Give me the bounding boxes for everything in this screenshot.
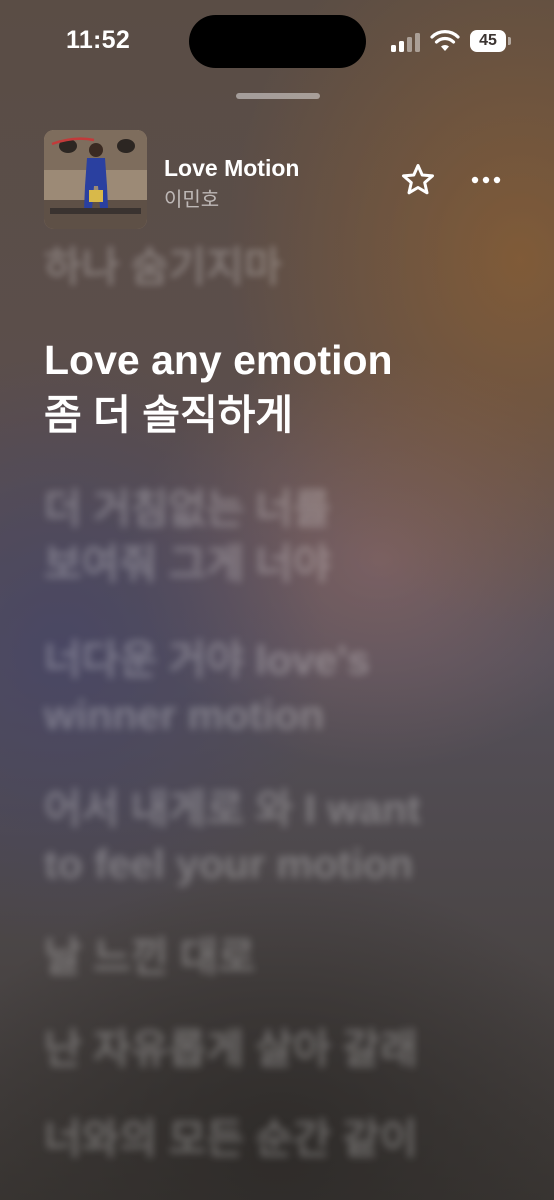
lyric-line[interactable]: 너와의 모든 순간 같이 (44, 1112, 514, 1167)
status-time: 11:52 (66, 26, 131, 54)
lyric-line-text: 보여줘 그게 너야 (44, 541, 331, 587)
lyric-line[interactable]: 너다운 거야 love's winner motion (44, 633, 514, 743)
lyric-line[interactable]: 날 느낀 대로 (44, 930, 514, 985)
lyric-line-text: Love any emotion (44, 337, 393, 383)
lyric-line-text: 더 거침없는 너를 (44, 486, 331, 532)
battery-icon: 45 (470, 30, 506, 52)
favorite-star-icon[interactable] (400, 162, 436, 198)
lyric-line-text: 난 자유롭게 살아 갈래 (44, 1026, 418, 1072)
dynamic-island (189, 15, 366, 68)
lyric-line-current[interactable]: Love any emotion 좀 더 솔직하게 (44, 333, 514, 443)
wifi-icon (430, 30, 460, 51)
artist-name[interactable]: 이민호 (164, 183, 219, 212)
battery-cap (508, 37, 511, 45)
lyric-line-text: 좀 더 솔직하게 (44, 392, 294, 438)
lyric-line-text: 하나 숨기지마 (44, 244, 282, 290)
album-art-image (44, 130, 147, 229)
lyric-line-previous[interactable]: 하나 숨기지마 (44, 240, 514, 295)
cellular-signal-icon (391, 32, 423, 52)
lyric-line-text: to feel your motion (44, 841, 413, 887)
lyric-line[interactable]: 더 거침없는 너를 보여줘 그게 너야 (44, 482, 514, 592)
lyric-line-text: 날 느낀 대로 (44, 934, 256, 980)
sheet-grabber[interactable] (236, 93, 320, 99)
lyric-line[interactable]: 어서 내게로 와 I want to feel your motion (44, 782, 514, 892)
song-title[interactable]: Love Motion (164, 155, 299, 182)
lyric-line-text: 너와의 모든 순간 같이 (44, 1116, 418, 1162)
lyric-line-text: 너다운 거야 love's (44, 637, 370, 683)
more-options-icon[interactable] (468, 164, 504, 196)
lyric-line[interactable]: 난 자유롭게 살아 갈래 (44, 1022, 514, 1077)
status-bar: 11:52 45 (0, 0, 554, 80)
album-art[interactable] (44, 130, 147, 229)
lyric-line-text: 어서 내게로 와 I want (44, 786, 421, 832)
lyric-line-text: winner motion (44, 692, 325, 738)
